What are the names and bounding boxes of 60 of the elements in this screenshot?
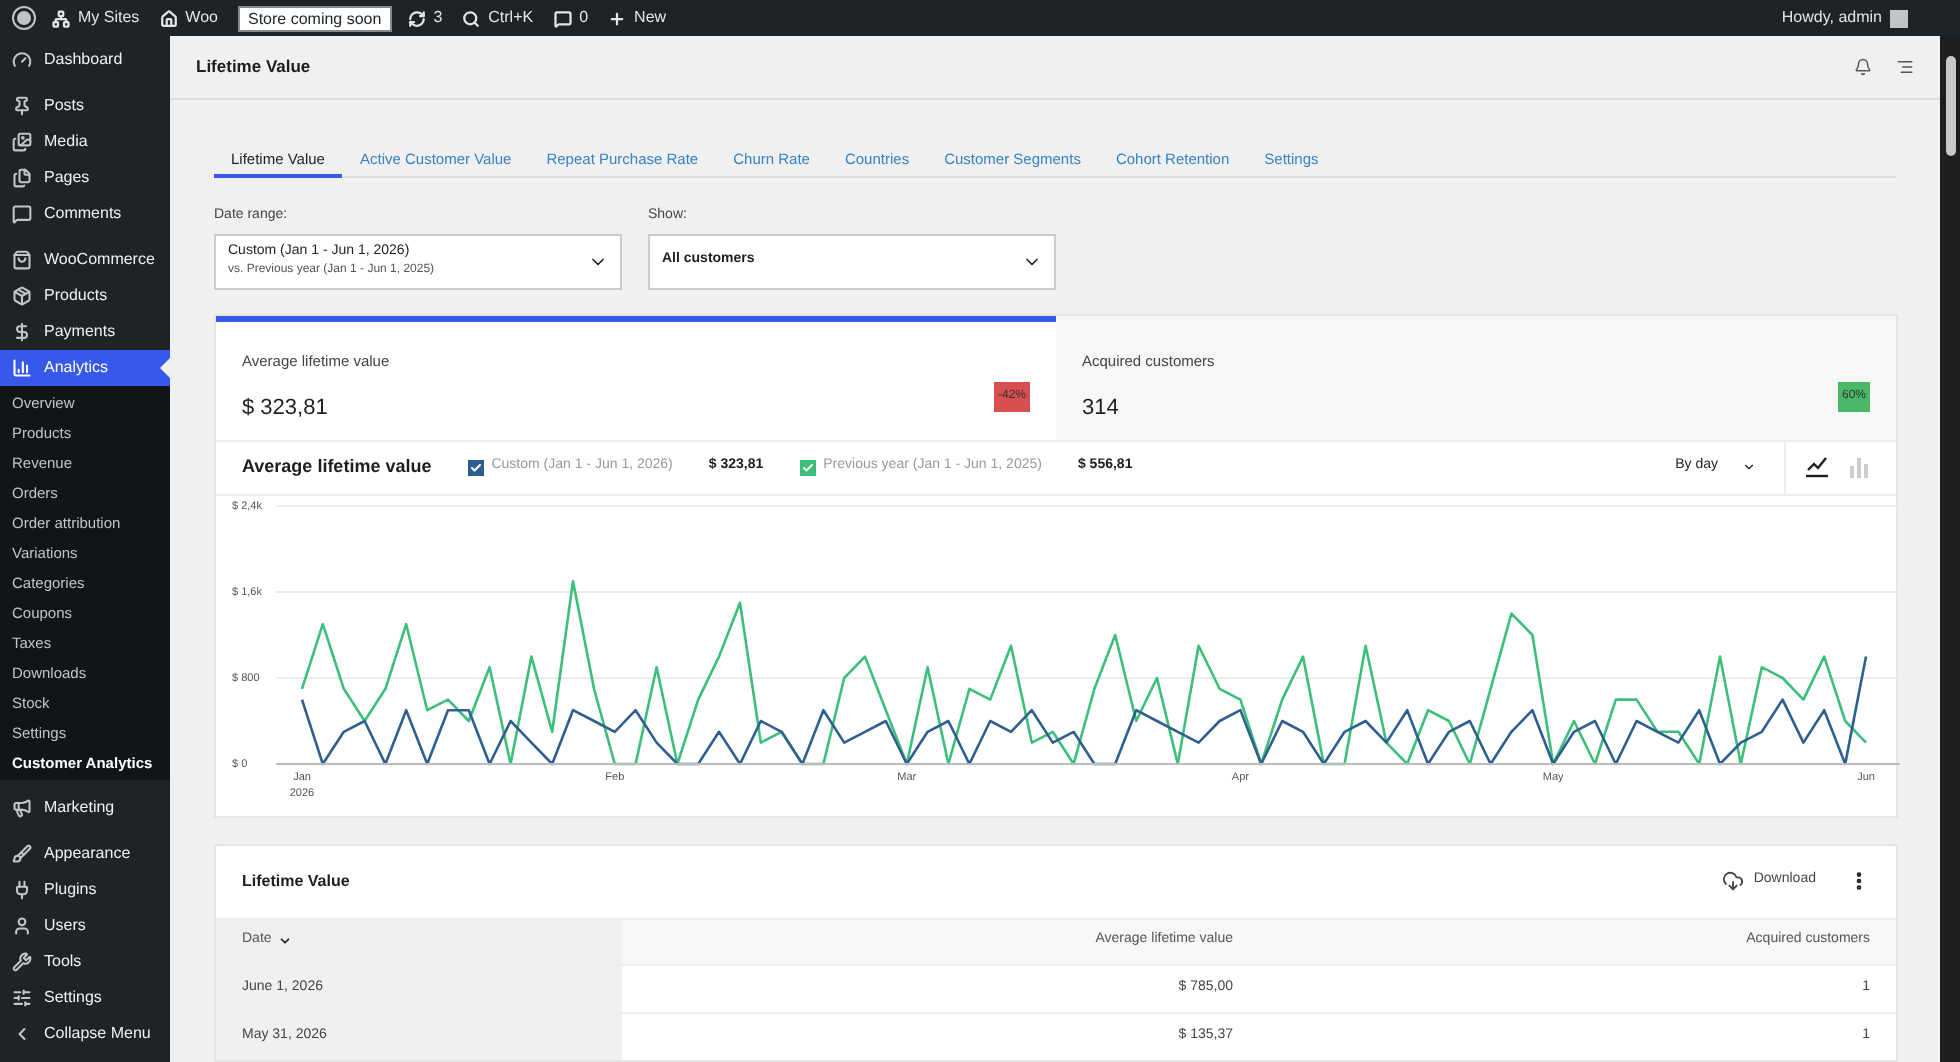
cloud-download-icon (1721, 870, 1744, 892)
marketing-icon (12, 798, 32, 818)
products-icon (12, 286, 32, 306)
settings-icon (12, 988, 32, 1008)
sidebar-item[interactable]: Media (0, 124, 170, 160)
store-status-badge[interactable]: Store coming soon (237, 5, 392, 31)
legend-checkbox[interactable] (799, 459, 816, 475)
sidebar-item[interactable]: Appearance (0, 836, 170, 872)
scrollbar[interactable] (1940, 36, 1960, 1062)
sites-icon[interactable] (52, 9, 70, 27)
sidebar-item[interactable]: Collapse Menu (0, 1016, 170, 1052)
home-icon[interactable] (159, 9, 178, 27)
sidebar-item[interactable]: Settings (0, 980, 170, 1016)
avatar-icon[interactable] (1890, 9, 1908, 27)
sidebar-item[interactable]: Products (0, 278, 170, 314)
admin-bar-link[interactable]: Woo (185, 6, 218, 30)
greeting[interactable]: Howdy, admin (1781, 6, 1882, 30)
sidebar-item[interactable]: Plugins (0, 872, 170, 908)
line-chart-icon[interactable] (1806, 456, 1828, 478)
sort-icon (277, 934, 292, 948)
table-title: Lifetime Value (242, 869, 350, 893)
admin-bar-link[interactable]: Ctrl+K (488, 6, 534, 30)
new-icon[interactable] (608, 9, 627, 27)
notification-icon[interactable] (1854, 58, 1872, 76)
media-icon (12, 132, 32, 152)
appearance-icon (12, 844, 32, 864)
sidebar-item[interactable]: Marketing (0, 790, 170, 826)
sidebar-item[interactable]: Dashboard (0, 42, 170, 78)
menu-icon[interactable] (1896, 58, 1914, 76)
sidebar-item[interactable]: Tools (0, 944, 170, 980)
users-icon (12, 916, 32, 936)
page-title: Lifetime Value (196, 54, 311, 80)
sidebar-item[interactable]: Pages (0, 160, 170, 196)
updates-icon[interactable] (407, 9, 426, 27)
stat-value: $ 323,81 (242, 393, 328, 424)
chart-title: Average lifetime value (242, 453, 432, 480)
chevron-icon (1742, 460, 1756, 474)
sidebar-item[interactable]: Payments (0, 314, 170, 350)
pages-icon (12, 168, 32, 188)
admin-bar-link[interactable]: New (634, 6, 667, 30)
legend-checkbox[interactable] (467, 459, 484, 475)
admin-bar-link[interactable]: 3 (433, 6, 443, 30)
sidebar-item[interactable]: WooCommerce (0, 242, 170, 278)
sidebar-item[interactable]: Posts (0, 88, 170, 124)
sidebar-item[interactable]: Users (0, 908, 170, 944)
pin-icon (12, 96, 32, 116)
payments-icon (12, 322, 32, 342)
comments-icon[interactable] (553, 9, 572, 27)
plugins-icon (12, 880, 32, 900)
admin-bar-link[interactable]: 0 (579, 6, 589, 30)
stat-value: 314 (1082, 393, 1119, 424)
logo-icon[interactable] (12, 6, 36, 30)
admin-bar-link[interactable]: My Sites (78, 6, 140, 30)
analytics-icon (12, 358, 32, 378)
dashboard-icon (12, 50, 32, 70)
comments-icon (12, 204, 32, 224)
search-icon[interactable] (462, 9, 481, 27)
tools-icon (12, 952, 32, 972)
sidebar-item[interactable]: Comments (0, 196, 170, 232)
sidebar-item[interactable]: Analytics (0, 350, 170, 386)
